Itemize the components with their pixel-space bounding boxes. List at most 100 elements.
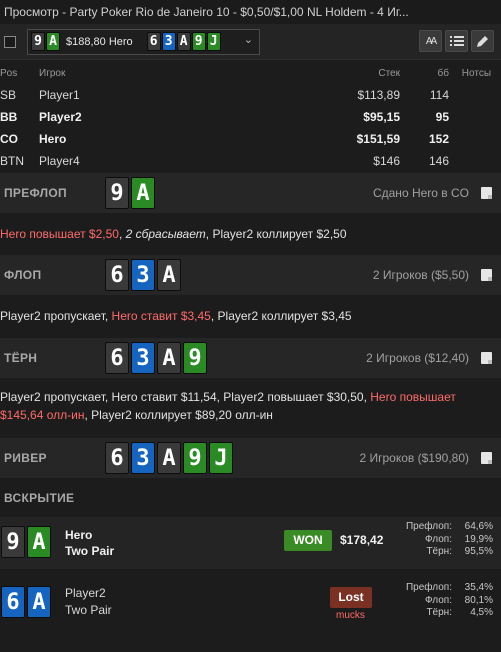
font-size-button[interactable]: AA — [419, 30, 442, 52]
col-bb-header[interactable]: бб — [438, 64, 449, 84]
players-table: Pos Игрок Стек бб Нотсы SB Player1 $113,… — [0, 64, 501, 172]
font-size-icon: AA — [425, 35, 437, 47]
showdown-row-player2: 6 A Player2 Two Pair Lost mucks Префлоп:… — [0, 577, 501, 629]
card: 6 — [105, 259, 129, 291]
equity-value: 4,5% — [470, 607, 493, 618]
street-cards: 9 A — [105, 177, 157, 209]
player-stack: $113,89 — [357, 88, 401, 102]
list-icon — [449, 36, 464, 46]
card: 6 — [105, 342, 129, 374]
list-view-button[interactable] — [445, 30, 468, 52]
board-card: J — [206, 32, 221, 51]
player-pos: BB — [0, 110, 18, 124]
action-text: , Player2 коллирует $3,45 — [210, 309, 352, 323]
showdown-cards: 9 A — [1, 526, 53, 558]
card: J — [209, 442, 233, 474]
toolbar: 9 A $188,80 Hero 6 3 A 9 J ⌄ AA — [0, 24, 501, 60]
player-bb: 114 — [429, 88, 449, 102]
equity-label: Тёрн: — [426, 546, 452, 557]
col-stack-header[interactable]: Стек — [378, 64, 400, 84]
equity-value: 80,1% — [464, 594, 493, 606]
board-card: A — [176, 32, 191, 51]
street-label: ТЁРН — [4, 351, 38, 365]
won-amount: $178,42 — [340, 533, 384, 547]
table-header: Pos Игрок Стек бб Нотсы — [0, 64, 501, 84]
board-card: 6 — [146, 32, 161, 51]
player-name: Player2 — [39, 110, 82, 124]
chevron-down-icon[interactable]: ⌄ — [244, 33, 253, 46]
action-text: , Player2 коллирует $89,20 олл-ин — [84, 408, 273, 422]
equity-value: 64,6% — [464, 521, 493, 532]
hand-rank: Two Pair — [65, 603, 112, 617]
player-name: Hero — [39, 132, 67, 146]
col-notes-header[interactable]: Нотсы — [462, 64, 491, 84]
note-icon[interactable] — [481, 187, 492, 199]
hand-selector[interactable]: 9 A $188,80 Hero 6 3 A 9 J ⌄ — [27, 28, 260, 55]
equity-block: Префлоп: 35,4% Флоп: 80,1% Тёрн: 4,5% — [380, 582, 493, 620]
hand-card: 9 — [31, 32, 45, 51]
card: 9 — [105, 177, 129, 209]
table-row[interactable]: SB Player1 $113,89 114 — [0, 84, 501, 106]
player-bb: 152 — [428, 132, 449, 146]
street-label: ПРЕФЛОП — [4, 186, 67, 200]
card: 9 — [183, 442, 207, 474]
table-row[interactable]: BTN Player4 $146 146 — [0, 150, 501, 172]
player-stack: $146 — [373, 154, 400, 168]
edit-button[interactable] — [471, 30, 494, 52]
won-badge: WON — [284, 530, 332, 551]
action-text: Hero повышает $2,50 — [0, 227, 119, 241]
player-pos: CO — [0, 132, 18, 146]
card: A — [131, 177, 155, 209]
action-text: , — [118, 227, 126, 241]
street-label: РИВЕР — [4, 451, 47, 465]
action-text: , Player2 коллирует $2,50 — [205, 227, 347, 241]
showdown-label: ВСКРЫТИЕ — [4, 491, 75, 505]
note-icon[interactable] — [481, 452, 492, 464]
flop-actions: Player2 пропускает, Hero ставит $3,45, P… — [0, 307, 501, 325]
equity-value: 19,9% — [464, 533, 493, 545]
equity-label: Префлоп: — [405, 582, 452, 593]
player-bb: 95 — [435, 110, 449, 124]
street-cards: 6 3 A 9 J — [105, 442, 235, 474]
card: 9 — [1, 526, 25, 558]
mucks-label: mucks — [336, 610, 365, 621]
street-preflop: ПРЕФЛОП 9 A Сдано Hero в CO — [0, 173, 501, 213]
turn-actions: Player2 пропускает, Hero ставит $11,54, … — [0, 388, 501, 424]
col-player-header[interactable]: Игрок — [39, 64, 65, 84]
player-stack: $95,15 — [363, 110, 400, 124]
equity-block: Префлоп: 64,6% Флоп: 19,9% Тёрн: 95,5% — [380, 521, 493, 559]
street-turn: ТЁРН 6 3 A 9 2 Игроков ($12,40) — [0, 338, 501, 378]
card: A — [27, 586, 51, 618]
card: A — [157, 342, 181, 374]
player-name: Player2 — [65, 586, 106, 600]
player-pos: SB — [0, 88, 17, 102]
hand-card: A — [46, 32, 60, 51]
street-info: Сдано Hero в CO — [372, 186, 469, 200]
player-stack: $151,59 — [356, 132, 400, 146]
lost-badge: Lost — [330, 587, 372, 608]
select-checkbox[interactable] — [4, 35, 16, 48]
player-name: Player1 — [39, 88, 80, 102]
board-card: 3 — [161, 32, 176, 51]
street-flop: ФЛОП 6 3 A 2 Игроков ($5,50) — [0, 255, 501, 295]
hand-rank: Two Pair — [65, 544, 115, 558]
hand-amount: $188,80 Hero — [66, 35, 133, 48]
note-icon[interactable] — [481, 352, 492, 364]
street-cards: 6 3 A 9 — [105, 342, 209, 374]
equity-label: Префлоп: — [405, 521, 452, 532]
preflop-actions: Hero повышает $2,50, 2 сбрасывает, Playe… — [0, 225, 501, 243]
card: A — [27, 526, 51, 558]
action-text: Player2 пропускает, Hero ставит $11,54, … — [0, 390, 371, 404]
street-cards: 6 3 A — [105, 259, 183, 291]
card: A — [157, 442, 181, 474]
pencil-icon — [477, 35, 488, 47]
card: A — [157, 259, 181, 291]
col-pos-header[interactable]: Pos — [0, 64, 17, 84]
street-info: 2 Игроков ($12,40) — [366, 351, 469, 365]
table-row[interactable]: BB Player2 $95,15 95 — [0, 106, 501, 128]
table-row[interactable]: CO Hero $151,59 152 — [0, 128, 501, 150]
showdown-cards: 6 A — [1, 586, 53, 618]
equity-value: 95,5% — [464, 546, 493, 557]
showdown-row-hero: 9 A Hero Two Pair WON $178,42 Префлоп: 64… — [0, 517, 501, 569]
note-icon[interactable] — [481, 269, 492, 281]
